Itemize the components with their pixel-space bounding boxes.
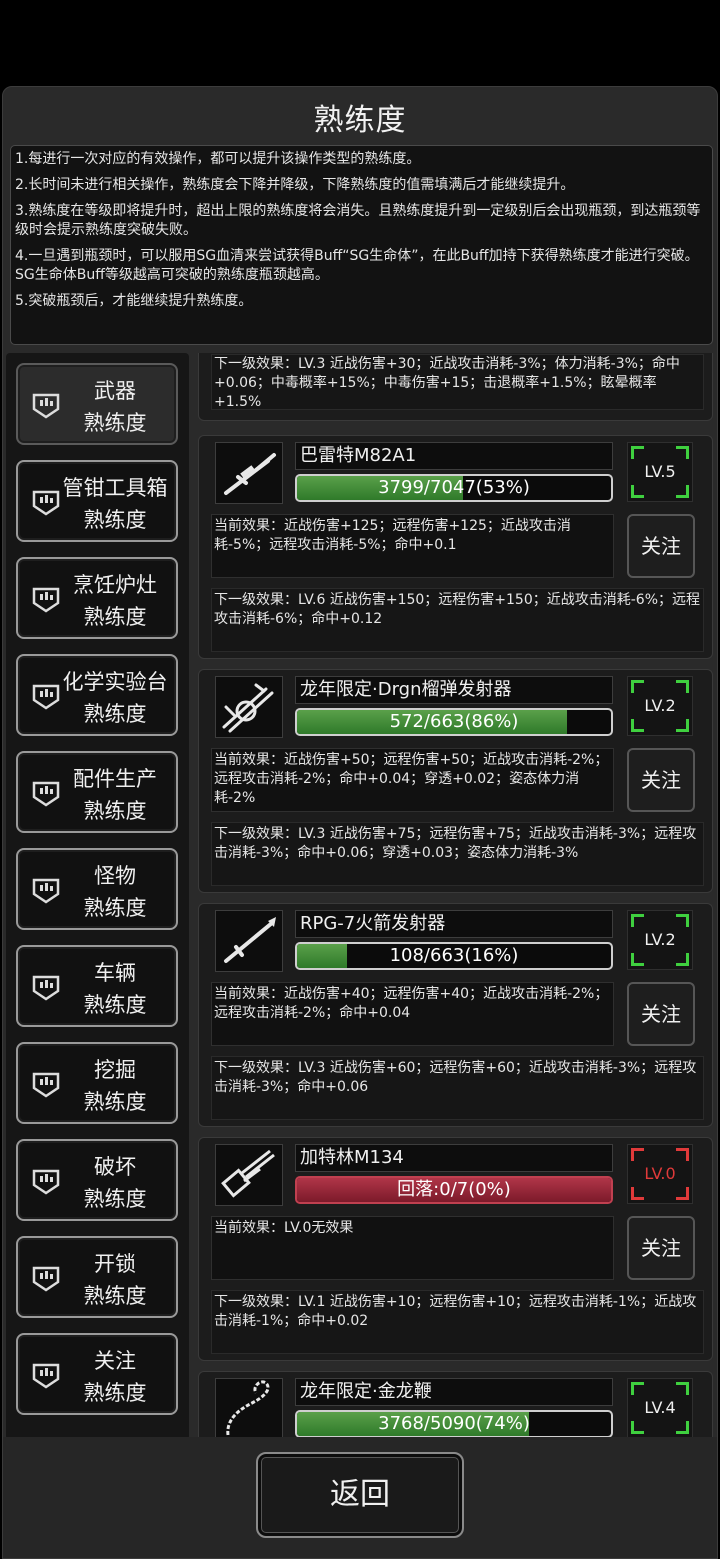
level-badge: LV.2 xyxy=(627,676,693,736)
weapon-card: 龙年限定·Drgn榴弹发射器 572/663(86%) LV.2 当前效果：近战… xyxy=(198,669,713,893)
category-sub: 熟练度 xyxy=(83,702,147,726)
category-label: 烹饪炉灶 xyxy=(73,573,157,597)
category-parts[interactable]: 配件生产 熟练度 xyxy=(16,751,178,833)
next-effect: 下一级效果：LV.3 近战伤害+75；远程伤害+75；近战攻击消耗-3%；远程攻… xyxy=(211,822,704,886)
level-badge: LV.2 xyxy=(627,910,693,970)
level-text: LV.4 xyxy=(644,1398,676,1417)
category-monster[interactable]: 怪物 熟练度 xyxy=(16,848,178,930)
category-label: 怪物 xyxy=(94,864,136,888)
category-label: 配件生产 xyxy=(73,767,157,791)
category-sub: 熟练度 xyxy=(83,1187,147,1211)
category-sub: 熟练度 xyxy=(83,1090,147,1114)
follow-button[interactable]: 关注 xyxy=(627,1216,695,1280)
category-label: 武器 xyxy=(94,379,136,403)
weapon-name: 巴雷特M82A1 xyxy=(295,442,613,470)
category-sub: 熟练度 xyxy=(83,896,147,920)
progress-text: 572/663(86%) xyxy=(389,711,519,732)
category-destruction[interactable]: 破坏 熟练度 xyxy=(16,1139,178,1221)
category-sub: 熟练度 xyxy=(83,993,147,1017)
category-sidebar[interactable]: 武器 熟练度 管钳工具箱 熟练度 烹饪炉灶 熟练度 化学实验台 熟练度 配件生产… xyxy=(6,353,189,1440)
next-effect: 下一级效果：LV.3 近战伤害+60；远程伤害+60；近战攻击消耗-3%；远程攻… xyxy=(211,1056,704,1120)
next-effect: 下一级效果：LV.3 近战伤害+30；近战攻击消耗-3%；体力消耗-3%；命中+… xyxy=(211,354,704,410)
category-sub: 熟练度 xyxy=(83,508,147,532)
category-digging[interactable]: 挖掘 熟练度 xyxy=(16,1042,178,1124)
follow-button[interactable]: 关注 xyxy=(627,748,695,812)
progress-bar: 3768/5090(74%) xyxy=(295,1410,613,1438)
progress-text: 3768/5090(74%) xyxy=(378,1413,530,1434)
info-line: 2.长时间未进行相关操作，熟练度会下降并降级，下降熟练度的值需填满后才能继续提升… xyxy=(15,177,575,193)
info-line: 3.熟练度在等级即将提升时，超出上限的熟练度将会消失。且熟练度提升到一定级别后会… xyxy=(15,203,701,238)
category-sub: 熟练度 xyxy=(83,799,147,823)
weapon-list[interactable]: 下一级效果：LV.3 近战伤害+30；近战攻击消耗-3%；体力消耗-3%；命中+… xyxy=(198,353,715,1440)
category-label: 化学实验台 xyxy=(62,670,168,694)
weapon-card: 巴雷特M82A1 3799/7047(53%) LV.5 当前效果：近战伤害+1… xyxy=(198,435,713,659)
level-text: LV.2 xyxy=(644,930,676,949)
category-chemistry[interactable]: 化学实验台 熟练度 xyxy=(16,654,178,736)
current-effect: 当前效果：近战伤害+125；远程伤害+125；近战攻击消耗-5%；远程攻击消耗-… xyxy=(211,514,614,578)
category-label: 车辆 xyxy=(94,961,136,985)
progress-bar: 572/663(86%) xyxy=(295,708,613,736)
current-effect: 当前效果：近战伤害+50；远程伤害+50；近战攻击消耗-2%；远程攻击消耗-2%… xyxy=(211,748,614,812)
progress-text: 3799/7047(53%) xyxy=(378,477,530,498)
weapon-card-partial: 下一级效果：LV.3 近战伤害+30；近战攻击消耗-3%；体力消耗-3%；命中+… xyxy=(198,353,713,421)
info-line: 1.每进行一次对应的有效操作，都可以提升该操作类型的熟练度。 xyxy=(15,151,421,167)
weapon-name: RPG-7火箭发射器 xyxy=(295,910,613,938)
category-weapon[interactable]: 武器 熟练度 xyxy=(16,363,178,445)
page-title: 熟练度 xyxy=(313,103,407,138)
category-label: 挖掘 xyxy=(94,1058,136,1082)
category-sub: 熟练度 xyxy=(83,411,147,435)
category-toolbox[interactable]: 管钳工具箱 熟练度 xyxy=(16,460,178,542)
level-badge: LV.0 xyxy=(627,1144,693,1204)
follow-button[interactable]: 关注 xyxy=(627,982,695,1046)
category-label: 关注 xyxy=(94,1349,136,1373)
level-badge: LV.4 xyxy=(627,1378,693,1438)
category-label: 破坏 xyxy=(94,1155,136,1179)
progress-text: 回落:0/7(0%) xyxy=(397,1179,511,1200)
info-box: 1.每进行一次对应的有效操作，都可以提升该操作类型的熟练度。 2.长时间未进行相… xyxy=(10,145,713,345)
progress-bar: 108/663(16%) xyxy=(295,942,613,970)
next-effect: 下一级效果：LV.1 近战伤害+10；远程伤害+10；远程攻击消耗-1%；近战攻… xyxy=(211,1290,704,1354)
info-line: 5.突破瓶颈后，才能继续提升熟练度。 xyxy=(15,293,253,309)
category-sub: 熟练度 xyxy=(83,1284,147,1308)
grenade-launcher-icon xyxy=(215,676,283,738)
current-effect: 当前效果：近战伤害+40；远程伤害+40；近战攻击消耗-2%；远程攻击消耗-2%… xyxy=(211,982,614,1046)
level-text: LV.5 xyxy=(644,462,676,481)
weapon-card: 加特林M134 回落:0/7(0%) LV.0 当前效果：LV.0无效果 关注 … xyxy=(198,1137,713,1361)
progress-bar-decline: 回落:0/7(0%) xyxy=(295,1176,613,1204)
category-label: 管钳工具箱 xyxy=(62,476,168,500)
info-line: 4.一旦遇到瓶颈时，可以服用SG血清来尝试获得Buff“SG生命体”，在此Buf… xyxy=(15,248,699,283)
next-effect: 下一级效果：LV.6 近战伤害+150；远程伤害+150；近战攻击消耗-6%；远… xyxy=(211,588,704,652)
category-vehicle[interactable]: 车辆 熟练度 xyxy=(16,945,178,1027)
whip-icon xyxy=(215,1378,283,1440)
follow-button[interactable]: 关注 xyxy=(627,514,695,578)
weapon-name: 龙年限定·Drgn榴弹发射器 xyxy=(295,676,613,704)
weapon-card: 龙年限定·金龙鞭 3768/5090(74%) LV.4 xyxy=(198,1371,713,1440)
weapon-card: RPG-7火箭发射器 108/663(16%) LV.2 当前效果：近战伤害+4… xyxy=(198,903,713,1127)
gatling-icon xyxy=(215,1144,283,1206)
progress-bar: 3799/7047(53%) xyxy=(295,474,613,502)
category-cooking[interactable]: 烹饪炉灶 熟练度 xyxy=(16,557,178,639)
progress-text: 108/663(16%) xyxy=(389,945,519,966)
category-lockpick[interactable]: 开锁 熟练度 xyxy=(16,1236,178,1318)
category-sub: 熟练度 xyxy=(83,1381,147,1405)
rocket-launcher-icon xyxy=(215,910,283,972)
category-sub: 熟练度 xyxy=(83,605,147,629)
proficiency-panel: 熟练度 1.每进行一次对应的有效操作，都可以提升该操作类型的熟练度。 2.长时间… xyxy=(2,86,718,1559)
current-effect: 当前效果：LV.0无效果 xyxy=(211,1216,614,1280)
weapon-name: 龙年限定·金龙鞭 xyxy=(295,1378,613,1406)
sniper-rifle-icon xyxy=(215,442,283,504)
level-badge: LV.5 xyxy=(627,442,693,502)
category-followed[interactable]: 关注 熟练度 xyxy=(16,1333,178,1415)
level-text: LV.0 xyxy=(644,1164,676,1183)
category-label: 开锁 xyxy=(94,1252,136,1276)
weapon-name: 加特林M134 xyxy=(295,1144,613,1172)
level-text: LV.2 xyxy=(644,696,676,715)
back-button[interactable]: 返回 xyxy=(256,1452,464,1538)
